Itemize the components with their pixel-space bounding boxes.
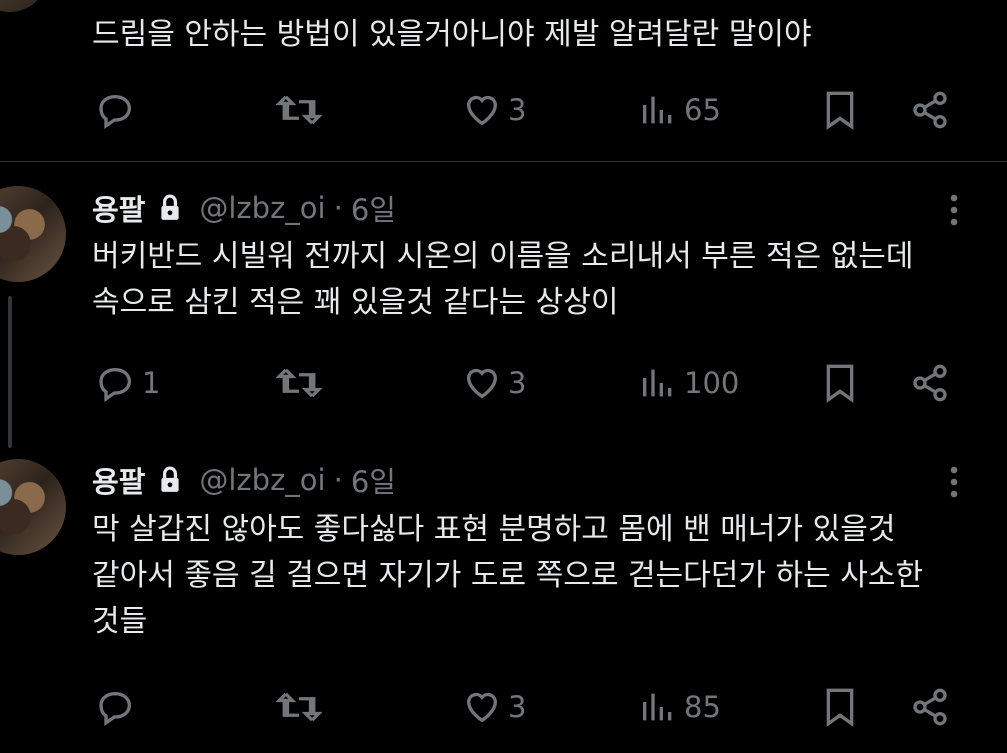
bookmark-icon	[826, 91, 854, 130]
retweet-icon	[276, 368, 322, 398]
more-icon[interactable]	[938, 190, 970, 230]
timestamp[interactable]: 6일	[351, 187, 396, 229]
tweet-header: 용팔 @lzbz_oi · 6일	[92, 460, 396, 500]
tweet-text: 드림을 안하는 방법이 있을거아니야 제발 알려달란 말이야	[92, 17, 812, 52]
avatar[interactable]	[0, 186, 66, 282]
share-icon	[913, 688, 947, 726]
share-button[interactable]	[910, 679, 950, 735]
reply-button[interactable]	[96, 679, 142, 735]
tweet-text: 버키반드 시빌워 전까지 시온의 이름을 소리내서 부른 적은 없는데 속으로 …	[92, 239, 914, 320]
like-icon	[466, 692, 498, 723]
views-icon	[643, 693, 672, 721]
like-count: 3	[508, 93, 527, 127]
separator: ·	[333, 191, 343, 225]
tweet-3[interactable]: 용팔 @lzbz_oi · 6일 막 살갑진 않아도 좋다싫다 표현 분명하고 …	[0, 447, 1007, 753]
retweet-icon	[276, 95, 322, 125]
handle[interactable]: @lzbz_oi	[199, 191, 325, 225]
tweet-text: 막 살갑진 않아도 좋다싫다 표현 분명하고 몸에 밴 매너가 있을것 같아서 …	[92, 512, 924, 639]
bookmark-icon	[826, 688, 854, 727]
avatar[interactable]	[0, 459, 66, 555]
like-icon	[466, 368, 498, 399]
views-button[interactable]: 85	[638, 679, 721, 735]
share-icon	[913, 364, 947, 402]
tweet-actions: 3 65	[0, 82, 1007, 138]
reply-icon	[99, 94, 132, 130]
more-icon[interactable]	[938, 462, 970, 502]
tweet-1[interactable]: 드림을 안하는 방법이 있을거아니야 제발 알려달란 말이야 3 65	[0, 0, 1007, 162]
reply-button[interactable]: 1	[96, 355, 160, 411]
like-count: 3	[508, 366, 527, 400]
reply-button[interactable]	[96, 82, 142, 138]
like-button[interactable]: 3	[462, 355, 526, 411]
reply-count: 1	[142, 366, 161, 400]
views-button[interactable]: 100	[638, 355, 739, 411]
views-count: 65	[684, 93, 721, 127]
views-count: 85	[684, 690, 721, 724]
retweet-button[interactable]	[276, 355, 328, 411]
views-count: 100	[684, 366, 740, 400]
tweet-2[interactable]: 용팔 @lzbz_oi · 6일 버키반드 시빌워 전까지 시온의 이름을 소리…	[0, 162, 1007, 448]
reply-icon	[99, 691, 132, 727]
views-button[interactable]: 65	[638, 82, 721, 138]
tweet-actions: 3 85	[0, 679, 1007, 735]
tweet-actions: 1 3 100	[0, 355, 1007, 411]
avatar[interactable]	[0, 0, 50, 12]
tweet-header: 용팔 @lzbz_oi · 6일	[92, 188, 396, 228]
timestamp[interactable]: 6일	[351, 459, 396, 501]
views-icon	[643, 96, 672, 124]
retweet-button[interactable]	[276, 679, 328, 735]
bookmark-icon	[826, 364, 854, 403]
like-count: 3	[508, 690, 527, 724]
views-icon	[643, 369, 672, 397]
share-button[interactable]	[910, 355, 950, 411]
like-icon	[466, 95, 498, 126]
like-button[interactable]: 3	[462, 82, 526, 138]
bookmark-button[interactable]	[822, 82, 858, 138]
separator: ·	[333, 463, 343, 497]
retweet-button[interactable]	[276, 82, 328, 138]
display-name[interactable]: 용팔	[92, 459, 145, 501]
handle[interactable]: @lzbz_oi	[199, 463, 325, 497]
like-button[interactable]: 3	[462, 679, 526, 735]
share-icon	[913, 91, 947, 129]
share-button[interactable]	[910, 82, 950, 138]
lock-icon	[161, 194, 179, 220]
retweet-icon	[276, 692, 322, 722]
bookmark-button[interactable]	[822, 355, 858, 411]
lock-icon	[161, 466, 179, 492]
display-name[interactable]: 용팔	[92, 187, 145, 229]
bookmark-button[interactable]	[822, 679, 858, 735]
reply-icon	[99, 367, 132, 403]
